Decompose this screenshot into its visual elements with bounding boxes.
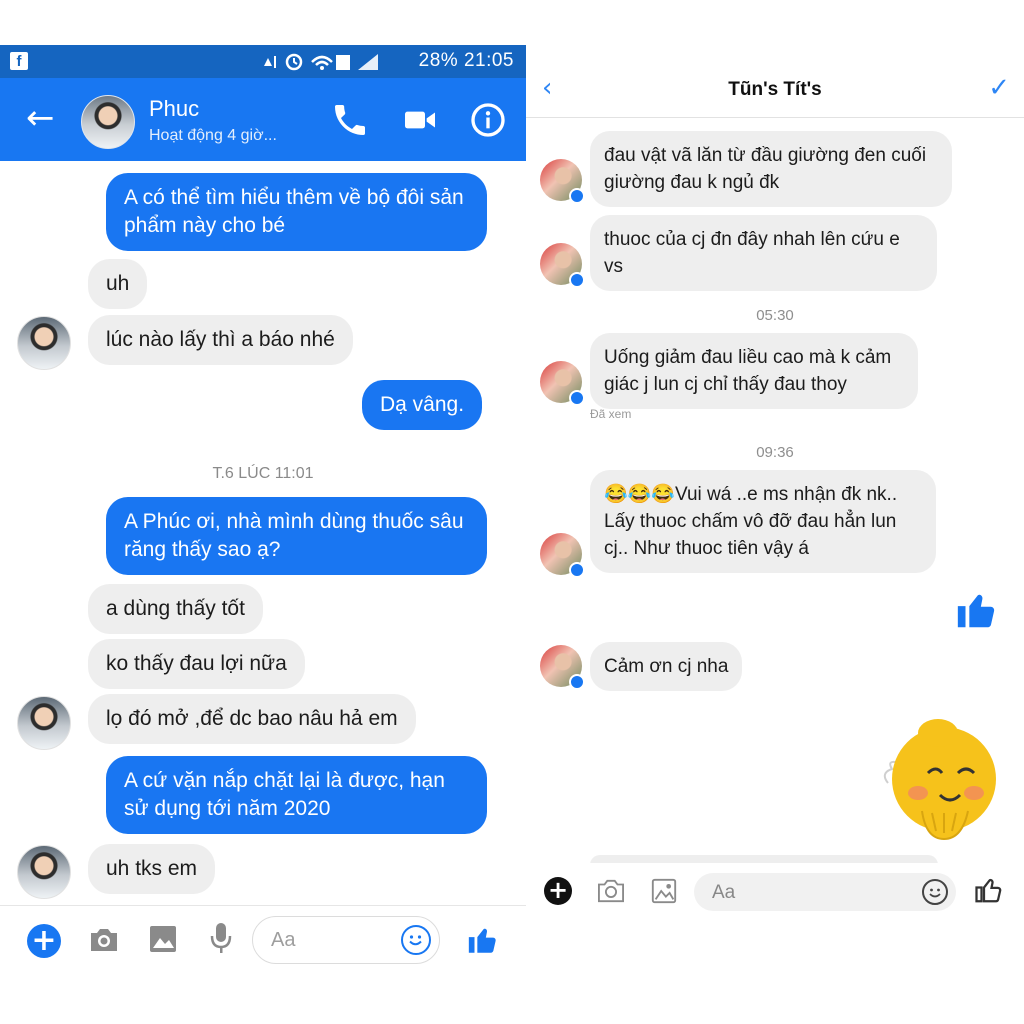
chat-timestamp: 05:30 bbox=[756, 307, 794, 324]
contact-avatar-small[interactable] bbox=[540, 361, 585, 406]
smile-icon[interactable] bbox=[401, 925, 431, 955]
like-sent-icon[interactable] bbox=[954, 587, 1000, 633]
contact-avatar-small[interactable] bbox=[17, 316, 71, 370]
chat-timestamp: T.6 LÚC 11:01 bbox=[212, 465, 314, 482]
contact-avatar-small[interactable] bbox=[540, 243, 585, 288]
message-bubble-sent[interactable]: A cứ vặn nắp chặt lại là được, hạn sử dụ… bbox=[106, 756, 487, 834]
left-conversation-screen: f 28% 21:05 ← Phuc Hoạt động 4 giờ... A … bbox=[0, 45, 526, 970]
info-icon[interactable] bbox=[468, 100, 508, 140]
sticker-icon[interactable] bbox=[878, 713, 1006, 845]
messenger-badge-icon bbox=[569, 272, 585, 288]
messenger-badge-icon bbox=[569, 562, 585, 578]
gallery-icon[interactable] bbox=[148, 924, 178, 954]
message-bubble-sent[interactable]: Dạ vâng. bbox=[362, 380, 483, 430]
message-bubble-received[interactable]: a dùng thấy tốt bbox=[88, 584, 263, 634]
like-icon[interactable] bbox=[466, 923, 500, 957]
contact-avatar-small[interactable] bbox=[540, 645, 585, 690]
gallery-icon[interactable] bbox=[650, 877, 678, 905]
seen-label: Đã xem bbox=[590, 407, 632, 421]
chat-header: ← Phuc Hoạt động 4 giờ... bbox=[0, 78, 526, 161]
message-bubble-received[interactable]: Uống giảm đau liều cao mà k cảm giác j l… bbox=[590, 333, 918, 409]
message-bubble-received[interactable]: lúc nào lấy thì a báo nhé bbox=[88, 315, 353, 365]
facebook-notification-icon: f bbox=[10, 52, 28, 70]
like-icon[interactable] bbox=[974, 875, 1004, 905]
mic-icon[interactable] bbox=[208, 921, 234, 955]
messenger-badge-icon bbox=[569, 674, 585, 690]
chat-timestamp: 09:36 bbox=[756, 444, 794, 461]
message-bubble-sent[interactable]: A có thể tìm hiểu thêm về bộ đôi sản phẩ… bbox=[106, 173, 487, 251]
phone-icon[interactable] bbox=[330, 100, 370, 140]
right-conversation-screen: ‹ Tũn's Tít's ✓ đau vật vã lăn từ đầu gi… bbox=[526, 45, 1024, 915]
message-composer: + Aa bbox=[526, 863, 1024, 915]
contact-name: Phuc bbox=[149, 96, 200, 121]
status-text: 28% 21:05 bbox=[418, 50, 514, 71]
camera-icon[interactable] bbox=[596, 878, 626, 904]
contact-avatar-small[interactable] bbox=[17, 845, 71, 899]
message-bubble-received[interactable]: ko thấy đau lợi nữa bbox=[88, 639, 305, 689]
message-bubble-received[interactable]: Cảm ơn cj nha bbox=[590, 642, 743, 691]
message-bubble-received[interactable]: uh tks em bbox=[88, 844, 216, 894]
contact-status: Hoạt động 4 giờ... bbox=[149, 127, 277, 144]
message-input[interactable]: Aa bbox=[694, 873, 956, 911]
message-composer: + Aa bbox=[0, 905, 526, 970]
message-input[interactable]: Aa bbox=[252, 916, 440, 964]
message-bubble-received[interactable]: đau vật vã lăn từ đầu giường đen cuối gi… bbox=[590, 131, 952, 207]
status-icons bbox=[264, 53, 378, 71]
camera-icon[interactable] bbox=[88, 926, 120, 954]
message-input-placeholder: Aa bbox=[712, 882, 736, 903]
message-bubble-received[interactable]: lọ đó mở ,để dc bao nâu hả em bbox=[88, 694, 416, 744]
messenger-badge-icon bbox=[569, 188, 585, 204]
smile-icon[interactable] bbox=[922, 879, 948, 905]
back-arrow-icon[interactable]: ← bbox=[26, 101, 55, 135]
message-bubble-received[interactable]: 😂😂😂Vui wá ..e ms nhận đk nk.. Lấy thuoc … bbox=[590, 470, 936, 573]
chat-header: ‹ Tũn's Tít's ✓ bbox=[526, 45, 1024, 118]
message-bubble-sent[interactable]: A Phúc ơi, nhà mình dùng thuốc sâu răng … bbox=[106, 497, 487, 575]
contact-avatar-small[interactable] bbox=[17, 696, 71, 750]
video-icon[interactable] bbox=[400, 100, 440, 140]
contact-name: Tũn's Tít's bbox=[728, 79, 822, 100]
message-input-placeholder: Aa bbox=[271, 929, 296, 951]
messenger-badge-icon bbox=[569, 390, 585, 406]
message-bubble-received[interactable]: uh bbox=[88, 259, 148, 309]
plus-icon[interactable]: + bbox=[544, 877, 572, 905]
contact-avatar-small[interactable] bbox=[540, 159, 585, 204]
contact-avatar-small[interactable] bbox=[540, 533, 585, 578]
contact-avatar[interactable] bbox=[81, 95, 135, 149]
message-bubble-received[interactable]: thuoc của cj đn đây nhah lên cứu e vs bbox=[590, 215, 937, 291]
checkmark-icon[interactable]: ✓ bbox=[988, 75, 1010, 101]
plus-icon[interactable]: + bbox=[27, 924, 61, 958]
status-bar: f 28% 21:05 bbox=[0, 45, 526, 78]
